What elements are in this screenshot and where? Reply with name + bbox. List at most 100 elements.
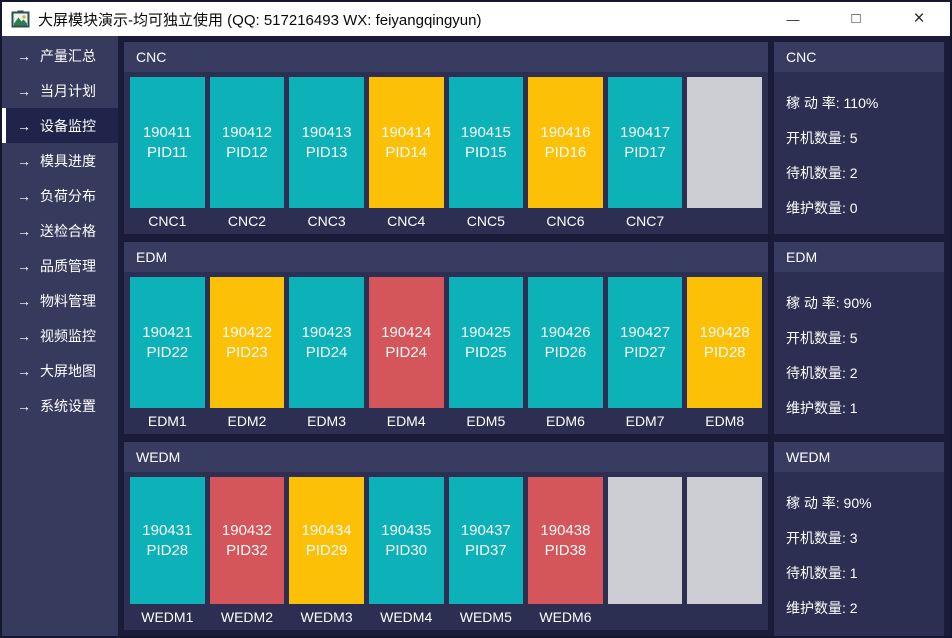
sidebar-item[interactable]: → 设备监控 — [2, 108, 118, 143]
machine-tile[interactable]: 190412 PID12 — [210, 77, 285, 208]
arrow-right-icon: → — [17, 49, 31, 63]
sidebar-item-label: 品质管理 — [40, 256, 96, 276]
sidebar-item[interactable]: → 送检合格 — [2, 213, 118, 248]
sidebar-item[interactable]: → 产量汇总 — [2, 38, 118, 73]
stats-wedm-title: WEDM — [774, 442, 944, 472]
stats-cnc: CNC 稼 动 率: 110% 开机数量: 5 待机数量: 2 维护数量: 0 — [774, 42, 944, 234]
window-title: 大屏模块演示-均可独立使用 (QQ: 517216493 WX: feiyang… — [38, 9, 753, 30]
minimize-button[interactable]: — — [770, 2, 816, 36]
stat-row: 开机数量: 5 — [786, 320, 944, 355]
machine-tile[interactable]: 190425 PID25 — [449, 277, 524, 408]
machine-tile[interactable]: 190415 PID15 — [449, 77, 524, 208]
machine-tile[interactable]: 190434 PID29 — [289, 477, 364, 604]
machine-tile-group: 190435 PID30 WEDM4 — [369, 477, 444, 630]
machine-pid: PID30 — [385, 542, 427, 559]
machine-label — [608, 604, 683, 630]
machine-tile[interactable]: 190424 PID24 — [369, 277, 444, 408]
sidebar-item[interactable]: → 品质管理 — [2, 248, 118, 283]
machine-tile[interactable]: 190416 PID16 — [528, 77, 603, 208]
machine-tile[interactable]: 190426 PID26 — [528, 277, 603, 408]
machine-tile[interactable] — [687, 477, 762, 604]
machine-tile-group: 190432 PID32 WEDM2 — [210, 477, 285, 630]
stat-row: 稼 动 率: 90% — [786, 285, 944, 320]
machine-id: 190431 — [142, 522, 192, 539]
machine-id: 190416 — [540, 124, 590, 141]
sidebar-item-label: 物料管理 — [40, 291, 96, 311]
machine-tile[interactable] — [687, 77, 762, 208]
stat-row: 待机数量: 2 — [786, 355, 944, 390]
sidebar-item[interactable]: → 模具进度 — [2, 143, 118, 178]
sidebar-item[interactable]: → 系统设置 — [2, 388, 118, 423]
machine-tile[interactable]: 190414 PID14 — [369, 77, 444, 208]
machine-label: EDM3 — [289, 408, 364, 434]
machine-tile[interactable]: 190432 PID32 — [210, 477, 285, 604]
machine-tile[interactable]: 190417 PID17 — [608, 77, 683, 208]
machine-tile-group: 190431 PID28 WEDM1 — [130, 477, 205, 630]
machine-id: 190413 — [302, 124, 352, 141]
machine-tile[interactable]: 190421 PID22 — [130, 277, 205, 408]
stats-edm-title: EDM — [774, 242, 944, 272]
machine-pid: PID27 — [624, 344, 666, 361]
arrow-right-icon: → — [17, 154, 31, 168]
stat-row: 维护数量: 2 — [786, 590, 944, 625]
stats-wedm: WEDM 稼 动 率: 90% 开机数量: 3 待机数量: 1 维护数量: 2 — [774, 442, 944, 636]
sidebar-item[interactable]: → 视频监控 — [2, 318, 118, 353]
stats-edm: EDM 稼 动 率: 90% 开机数量: 5 待机数量: 2 维护数量: 1 — [774, 242, 944, 434]
close-button[interactable]: × — [896, 2, 942, 36]
stats-column: CNC 稼 动 率: 110% 开机数量: 5 待机数量: 2 维护数量: 0 … — [774, 36, 950, 636]
app-window: 大屏模块演示-均可独立使用 (QQ: 517216493 WX: feiyang… — [0, 0, 952, 638]
machine-pid: PID28 — [704, 344, 746, 361]
machine-id: 190432 — [222, 522, 272, 539]
panel-cnc-title: CNC — [124, 42, 768, 72]
machine-tile[interactable]: 190428 PID28 — [687, 277, 762, 408]
machine-tile[interactable]: 190435 PID30 — [369, 477, 444, 604]
machine-pid: PID25 — [465, 344, 507, 361]
machine-label: WEDM3 — [289, 604, 364, 630]
sidebar-item-label: 产量汇总 — [40, 46, 96, 66]
window-controls: — □ × — [753, 2, 950, 36]
machine-id: 190415 — [461, 124, 511, 141]
sidebar-item-label: 系统设置 — [40, 396, 96, 416]
arrow-right-icon: → — [17, 189, 31, 203]
sidebar-item-label: 负荷分布 — [40, 186, 96, 206]
machine-tile[interactable]: 190431 PID28 — [130, 477, 205, 604]
machine-id: 190424 — [381, 324, 431, 341]
machine-tile[interactable]: 190438 PID38 — [528, 477, 603, 604]
machine-pid: PID15 — [465, 144, 507, 161]
machine-tile[interactable]: 190427 PID27 — [608, 277, 683, 408]
machine-label: CNC6 — [528, 208, 603, 234]
machine-id: 190428 — [700, 324, 750, 341]
stat-row: 待机数量: 2 — [786, 155, 944, 190]
sidebar-item[interactable]: → 当月计划 — [2, 73, 118, 108]
machine-label: CNC4 — [369, 208, 444, 234]
machine-tile[interactable]: 190413 PID13 — [289, 77, 364, 208]
sidebar-item[interactable]: → 负荷分布 — [2, 178, 118, 213]
machine-tile[interactable]: 190423 PID24 — [289, 277, 364, 408]
sidebar-item[interactable]: → 大屏地图 — [2, 353, 118, 388]
machine-tile-group: 190437 PID37 WEDM5 — [449, 477, 524, 630]
machine-tile[interactable]: 190437 PID37 — [449, 477, 524, 604]
machine-tile[interactable] — [608, 477, 683, 604]
machine-tile-group — [687, 77, 762, 234]
machine-id: 190417 — [620, 124, 670, 141]
machine-label: WEDM2 — [210, 604, 285, 630]
machine-label: EDM2 — [210, 408, 285, 434]
arrow-right-icon: → — [17, 294, 31, 308]
machine-pid: PID24 — [306, 344, 348, 361]
sidebar-item[interactable]: → 物料管理 — [2, 283, 118, 318]
machine-id: 190421 — [142, 324, 192, 341]
machine-id: 190414 — [381, 124, 431, 141]
machine-label: EDM8 — [687, 408, 762, 434]
arrow-right-icon: → — [17, 119, 31, 133]
machine-tile-group: 190415 PID15 CNC5 — [449, 77, 524, 234]
machine-tile[interactable]: 190422 PID23 — [210, 277, 285, 408]
arrow-right-icon: → — [17, 399, 31, 413]
machine-pid: PID29 — [306, 542, 348, 559]
maximize-button[interactable]: □ — [833, 2, 879, 36]
sidebar-item-label: 送检合格 — [40, 221, 96, 241]
machine-pid: PID38 — [545, 542, 587, 559]
sidebar-item-label: 大屏地图 — [40, 361, 96, 381]
machine-label: CNC1 — [130, 208, 205, 234]
machine-tile[interactable]: 190411 PID11 — [130, 77, 205, 208]
arrow-right-icon: → — [17, 364, 31, 378]
